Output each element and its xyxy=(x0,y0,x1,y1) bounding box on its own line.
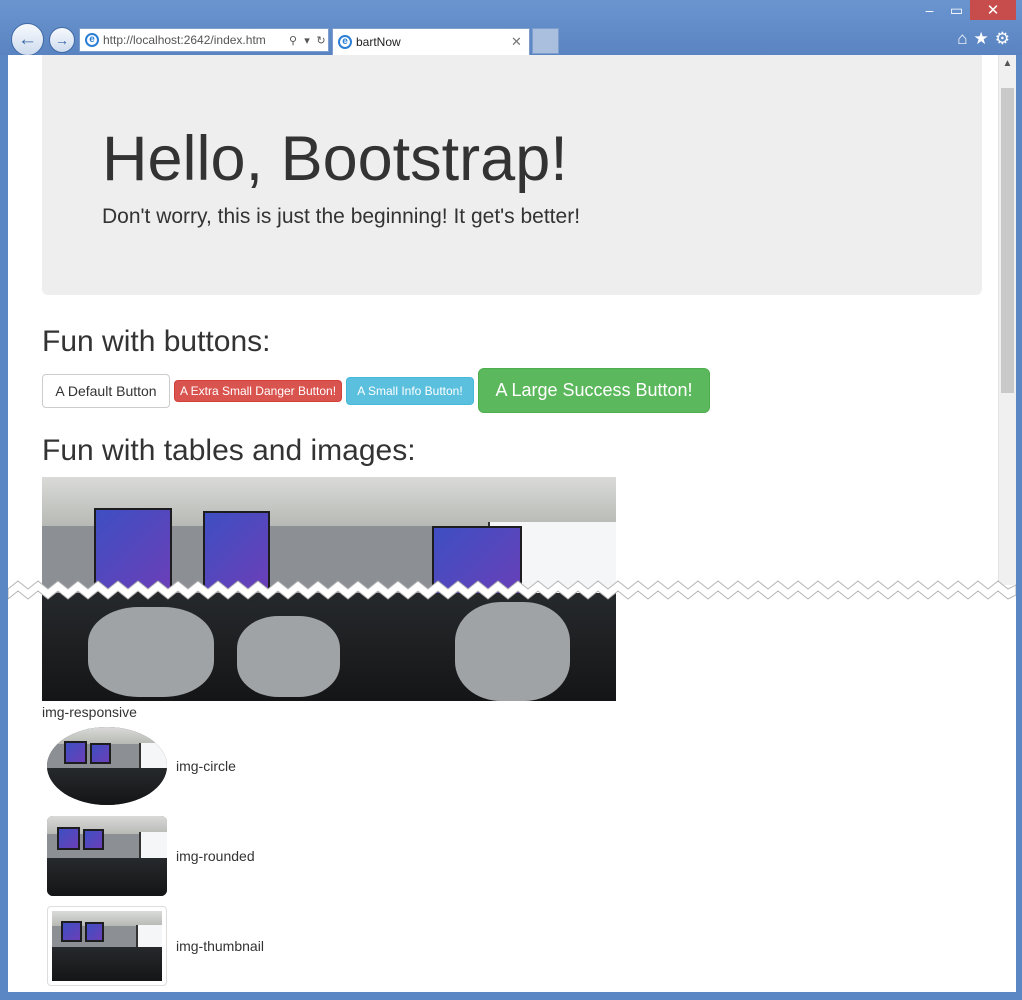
window-controls: – ▭ ✕ xyxy=(916,0,1016,22)
conference-room-image-circle xyxy=(47,727,167,805)
forward-arrow-icon: → xyxy=(55,32,69,48)
default-button[interactable]: A Default Button xyxy=(42,374,170,408)
vertical-scrollbar[interactable]: ▲ xyxy=(998,55,1016,585)
window-border-left xyxy=(0,55,8,1000)
close-window-button[interactable]: ✕ xyxy=(970,0,1016,20)
refresh-icon[interactable]: ↻ xyxy=(314,34,328,47)
minimize-button[interactable]: – xyxy=(916,0,943,20)
torn-page-divider xyxy=(8,580,1016,600)
caption-img-responsive: img-responsive xyxy=(42,704,137,720)
page-title: Hello, Bootstrap! xyxy=(102,124,568,194)
back-arrow-icon: ← xyxy=(18,28,37,50)
address-url[interactable]: http://localhost:2642/index.htm xyxy=(103,33,286,47)
window-border-bottom xyxy=(0,992,1022,1000)
conference-room-image-rounded xyxy=(47,816,167,896)
browser-tools: ⌂ ★ ⚙ xyxy=(957,29,1010,49)
jumbotron: Hello, Bootstrap! Don't worry, this is j… xyxy=(42,55,982,295)
ie-logo-icon: e xyxy=(85,33,99,47)
tab-ie-logo-icon: e xyxy=(338,35,352,49)
forward-button[interactable]: → xyxy=(49,27,75,53)
address-bar[interactable]: e http://localhost:2642/index.htm ⚲ ▾ ↻ xyxy=(79,28,329,52)
browser-titlebar: – ▭ ✕ ← → e http://localhost:2642/index.… xyxy=(0,0,1022,56)
page-viewport[interactable]: ▲ Hello, Bootstrap! Don't worry, this is… xyxy=(8,55,1016,992)
large-success-button[interactable]: A Large Success Button! xyxy=(478,368,710,413)
back-button[interactable]: ← xyxy=(11,23,44,56)
maximize-button[interactable]: ▭ xyxy=(943,0,970,20)
scroll-up-arrow-icon[interactable]: ▲ xyxy=(999,55,1016,72)
tables-images-heading: Fun with tables and images: xyxy=(42,434,416,467)
jumbotron-subtitle: Don't worry, this is just the beginning!… xyxy=(102,205,581,228)
settings-gear-icon[interactable]: ⚙ xyxy=(995,29,1010,49)
new-tab-button[interactable] xyxy=(532,28,559,54)
dropdown-arrow-icon[interactable]: ▾ xyxy=(300,34,314,47)
tab-close-icon[interactable]: ✕ xyxy=(511,34,529,50)
buttons-heading: Fun with buttons: xyxy=(42,325,271,358)
conference-room-image-thumbnail xyxy=(52,911,162,981)
tab-bartnow[interactable]: e bartNow ✕ xyxy=(332,28,530,55)
caption-img-rounded: img-rounded xyxy=(176,848,255,864)
scroll-thumb[interactable] xyxy=(1001,88,1014,393)
small-info-button[interactable]: A Small Info Button! xyxy=(346,377,474,405)
caption-img-circle: img-circle xyxy=(176,758,236,774)
window-border-right xyxy=(1016,55,1022,1000)
search-icon[interactable]: ⚲ xyxy=(286,34,300,47)
favorites-star-icon[interactable]: ★ xyxy=(974,29,989,49)
home-icon[interactable]: ⌂ xyxy=(957,29,967,49)
caption-img-thumbnail: img-thumbnail xyxy=(176,938,264,954)
extra-small-danger-button[interactable]: A Extra Small Danger Button! xyxy=(174,380,342,402)
image-thumbnail-frame xyxy=(47,906,167,986)
tab-title: bartNow xyxy=(356,35,401,49)
